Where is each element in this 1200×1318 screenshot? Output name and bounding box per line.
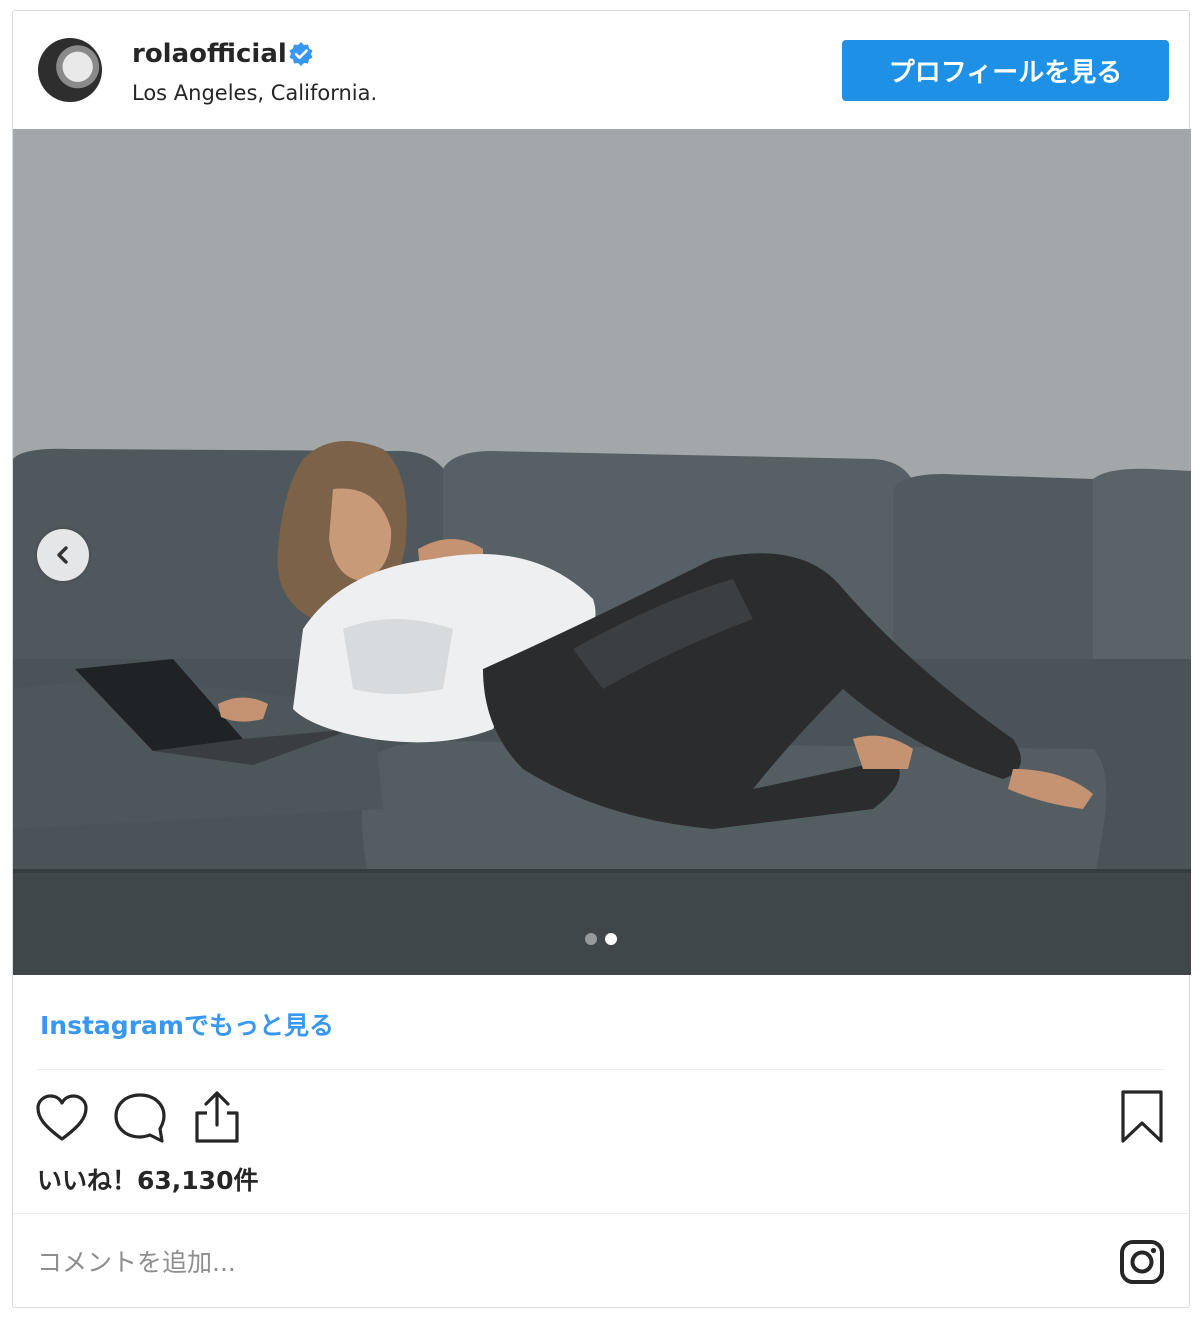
- comment-input[interactable]: [35, 1233, 1089, 1291]
- username[interactable]: rolaofficial: [132, 39, 287, 69]
- instagram-logo-icon[interactable]: [1119, 1239, 1165, 1285]
- view-more-on-instagram-link[interactable]: Instagramでもっと見る: [40, 1006, 334, 1042]
- share-icon[interactable]: [191, 1089, 243, 1145]
- heart-icon[interactable]: [35, 1093, 89, 1143]
- bookmark-icon[interactable]: [1119, 1089, 1165, 1145]
- location[interactable]: Los Angeles, California.: [132, 81, 377, 105]
- carousel-indicator: [585, 933, 617, 945]
- comment-icon[interactable]: [112, 1091, 168, 1145]
- avatar[interactable]: [38, 38, 102, 102]
- post-header: rolaofficial Los Angeles, California. プロ…: [13, 11, 1189, 129]
- view-profile-button[interactable]: プロフィールを見る: [842, 40, 1169, 101]
- carousel-dot-active: [605, 933, 617, 945]
- carousel-prev-button[interactable]: [37, 529, 89, 581]
- chevron-left-icon: [57, 546, 68, 564]
- divider: [37, 1069, 1165, 1070]
- carousel-dot: [585, 933, 597, 945]
- instagram-embed-card: rolaofficial Los Angeles, California. プロ…: [12, 10, 1191, 1308]
- post-image: [13, 129, 1191, 975]
- post-photo[interactable]: [13, 129, 1191, 975]
- divider: [13, 1213, 1189, 1214]
- likes-count[interactable]: いいね！63,130件: [37, 1161, 258, 1197]
- verified-badge-icon: [289, 42, 313, 66]
